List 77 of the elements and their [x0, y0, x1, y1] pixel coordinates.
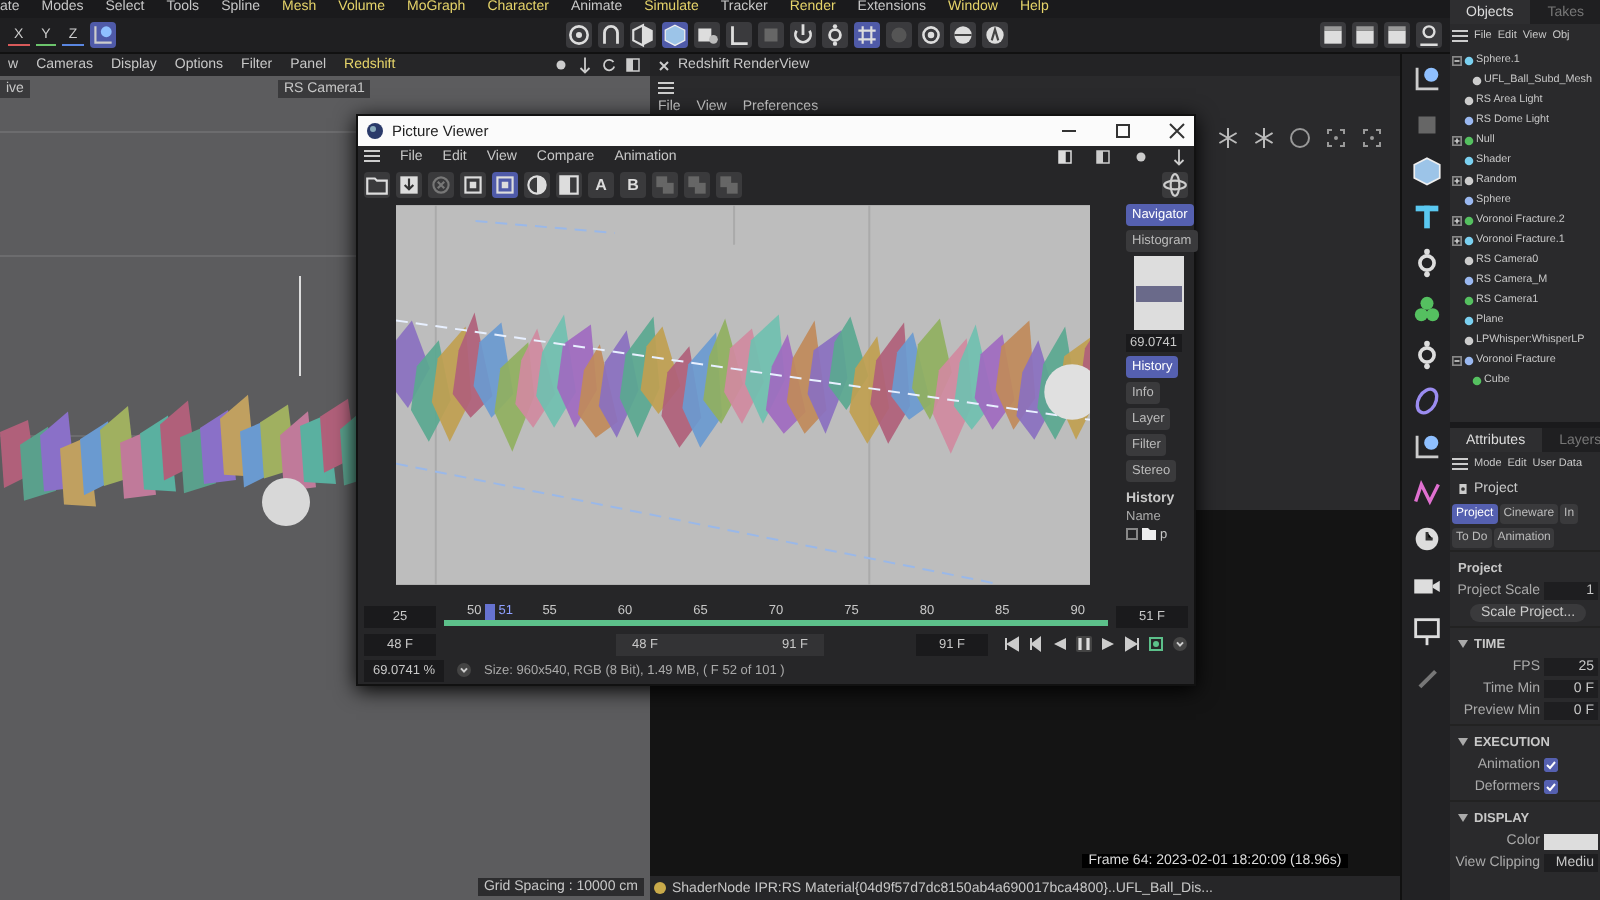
layers-icon[interactable] [652, 172, 678, 199]
previous-frame-icon[interactable] [1028, 636, 1044, 652]
flower-icon[interactable] [1409, 292, 1443, 326]
cube-icon[interactable] [662, 22, 688, 48]
atom-icon[interactable] [1162, 172, 1188, 199]
window-icon[interactable] [624, 56, 642, 74]
collapse-icon[interactable] [1452, 355, 1462, 365]
corner-icon[interactable] [726, 22, 752, 48]
menu-icon[interactable] [364, 150, 380, 163]
sphere-drawing [262, 478, 310, 526]
badge-icon[interactable] [982, 22, 1008, 48]
circle-icon[interactable] [1288, 126, 1312, 150]
arrows-icon[interactable] [1170, 147, 1188, 166]
frame-icon[interactable] [492, 172, 518, 199]
dropdown-icon[interactable] [456, 662, 472, 679]
maximize-icon[interactable] [1114, 121, 1132, 140]
clapper-icon[interactable] [1384, 22, 1410, 48]
snowflake-icon[interactable] [1216, 126, 1240, 150]
first-frame-icon[interactable] [1004, 636, 1020, 652]
expand-icon[interactable] [1452, 135, 1462, 145]
document-icon [1458, 483, 1468, 493]
paint-cube-icon[interactable] [694, 22, 720, 48]
caret-icon[interactable] [1458, 814, 1468, 822]
checkbox[interactable] [1126, 528, 1138, 541]
sphere-icon[interactable] [950, 22, 976, 48]
folder-icon[interactable] [364, 172, 390, 199]
rotate-icon[interactable] [790, 22, 816, 48]
compare-button[interactable]: B [620, 172, 646, 199]
clapper-icon[interactable] [1320, 22, 1346, 48]
navigator-thumbnail [1134, 255, 1184, 330]
contrast-icon[interactable] [524, 172, 550, 199]
color-swatch[interactable] [1544, 833, 1598, 849]
target-icon[interactable] [566, 22, 592, 48]
menu-icon[interactable] [1452, 29, 1468, 41]
arc-icon[interactable] [598, 22, 624, 48]
split-icon[interactable] [556, 172, 582, 199]
dropdown-icon[interactable] [1172, 636, 1188, 652]
compare-button[interactable]: A [588, 172, 614, 199]
split-icon[interactable] [1056, 147, 1074, 166]
caret-icon[interactable] [1458, 640, 1468, 648]
screen-icon[interactable] [1409, 614, 1443, 648]
expand-icon[interactable] [1452, 235, 1462, 245]
focus-icon[interactable] [1360, 126, 1384, 150]
frame-icon[interactable] [460, 172, 486, 199]
window-icon[interactable] [1094, 147, 1112, 166]
folder-icon [1142, 528, 1156, 541]
menu-icon[interactable] [658, 82, 674, 94]
playhead[interactable] [484, 604, 495, 621]
expand-icon[interactable] [1452, 175, 1462, 185]
half-cube-icon[interactable] [630, 22, 656, 48]
layers-icon[interactable] [684, 172, 710, 199]
caret-icon[interactable] [1458, 738, 1468, 746]
layers-icon[interactable] [716, 172, 742, 199]
play-backward-icon[interactable] [1052, 636, 1068, 652]
last-frame-icon[interactable] [1124, 636, 1140, 652]
status-dot [654, 882, 666, 894]
close-icon[interactable] [1168, 121, 1186, 140]
save-icon[interactable] [396, 172, 422, 199]
expand-icon[interactable] [1452, 215, 1462, 225]
cube-icon[interactable] [1409, 154, 1443, 188]
collapse-icon[interactable] [1452, 55, 1462, 65]
menu-icon[interactable] [1452, 457, 1468, 469]
arrows-icon[interactable] [576, 56, 594, 74]
stop-icon[interactable] [428, 172, 454, 199]
refresh-icon[interactable] [600, 56, 618, 74]
record-icon[interactable] [1148, 636, 1164, 652]
grid-icon[interactable] [854, 22, 880, 48]
ring-icon[interactable] [918, 22, 944, 48]
pen-node-icon[interactable] [89, 22, 116, 48]
person-icon[interactable] [1416, 22, 1442, 48]
app-logo-icon [366, 121, 384, 140]
focus-icon[interactable] [1324, 126, 1348, 150]
snowflake-icon[interactable] [1252, 126, 1276, 150]
zigzag-icon[interactable] [1409, 476, 1443, 510]
pause-icon[interactable] [1076, 636, 1092, 652]
clapper-icon[interactable] [1352, 22, 1378, 48]
play-icon[interactable] [1100, 636, 1116, 652]
